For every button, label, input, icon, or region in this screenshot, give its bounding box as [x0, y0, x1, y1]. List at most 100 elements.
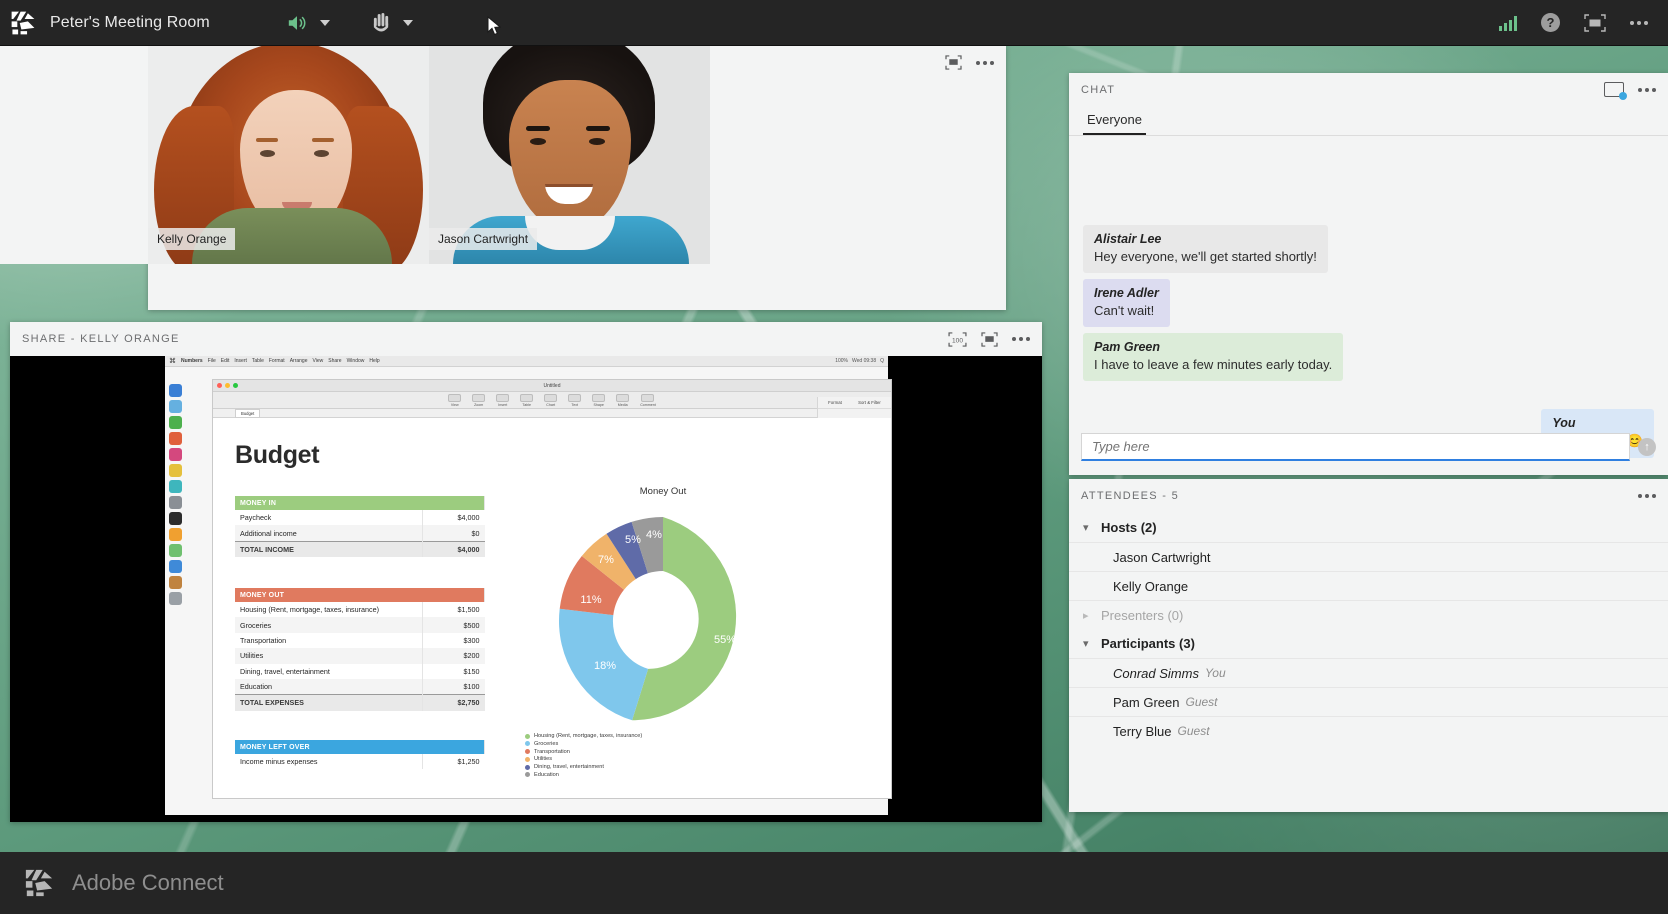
dock-icon-pages[interactable]	[169, 528, 182, 541]
attendee-row[interactable]: Conrad Simms You	[1069, 658, 1668, 687]
table-row[interactable]: Housing (Rent, mortgage, taxes, insuranc…	[235, 602, 485, 618]
toolbar-button[interactable]: Zoom	[472, 393, 486, 407]
fullscreen-icon[interactable]	[1584, 13, 1606, 32]
attendee-group-participants[interactable]: ▾ Participants (3)	[1069, 629, 1668, 658]
more-options-icon[interactable]	[1012, 337, 1030, 341]
format-tab[interactable]: Format	[828, 400, 842, 405]
money-out-chart[interactable]: Money Out 55% 18% 11% 7% 5% 4% Housing (…	[513, 486, 813, 780]
raise-hand-control[interactable]	[372, 0, 413, 46]
table-row[interactable]: Additional income $0	[235, 525, 485, 542]
fit-to-width-icon[interactable]: 100	[948, 331, 967, 347]
dock-icon-messages[interactable]	[169, 416, 182, 429]
money-in-table[interactable]: MONEY IN Paycheck $4,000 Additional inco…	[235, 496, 485, 558]
menu-item[interactable]: Format	[269, 358, 285, 364]
menu-item[interactable]: File	[208, 358, 216, 364]
table-row[interactable]: Income minus expenses $1,250	[235, 754, 485, 770]
window-minimize-button[interactable]	[225, 383, 230, 388]
sort-filter-tab[interactable]: Sort & Filter	[858, 400, 881, 405]
chat-input[interactable]	[1081, 433, 1630, 461]
attendee-row[interactable]: Pam Green Guest	[1069, 687, 1668, 716]
table-row[interactable]: Education $100	[235, 678, 485, 695]
attendee-row[interactable]: Terry Blue Guest	[1069, 716, 1668, 745]
slice-label-housing: 55%	[714, 634, 736, 646]
adobe-connect-logo-icon[interactable]	[24, 868, 54, 898]
attendee-group-presenters[interactable]: ▸ Presenters (0)	[1069, 600, 1668, 629]
menu-item[interactable]: Help	[369, 358, 379, 364]
toolbar-button[interactable]: View	[448, 393, 462, 407]
dock-icon-keynote[interactable]	[169, 560, 182, 573]
room-title: Peter's Meeting Room	[50, 13, 210, 31]
window-zoom-button[interactable]	[233, 383, 238, 388]
dock-icon-mail[interactable]	[169, 432, 182, 445]
tab-everyone[interactable]: Everyone	[1083, 112, 1146, 135]
dock-icon-terminal[interactable]	[169, 512, 182, 525]
signal-bars-icon[interactable]	[1499, 15, 1517, 31]
attendees-pod-header: ATTENDEES - 5	[1069, 479, 1668, 512]
chevron-down-icon[interactable]: ▾	[1083, 521, 1101, 534]
toolbar-button[interactable]: Media	[616, 393, 630, 407]
money-left-over-table[interactable]: MONEY LEFT OVER Income minus expenses $1…	[235, 740, 485, 770]
menu-item[interactable]: Insert	[234, 358, 247, 364]
money-out-table[interactable]: MONEY OUT Housing (Rent, mortgage, taxes…	[235, 588, 485, 711]
toolbar-button[interactable]: Text	[568, 393, 582, 407]
video-tile-jason-cartwright[interactable]: Jason Cartwright	[429, 42, 710, 264]
window-close-button[interactable]	[217, 383, 222, 388]
attendees-list[interactable]: ▾ Hosts (2) Jason Cartwright Kelly Orang…	[1069, 513, 1668, 812]
toolbar-button[interactable]: Insert	[496, 393, 510, 407]
dock-icon-safari[interactable]	[169, 400, 182, 413]
speaker-control[interactable]	[286, 0, 330, 46]
table-row[interactable]: Utilities $200	[235, 648, 485, 664]
chevron-right-icon[interactable]: ▸	[1083, 609, 1101, 622]
fullscreen-icon[interactable]	[981, 331, 998, 347]
table-row[interactable]: Transportation $300	[235, 632, 485, 649]
table-total-row[interactable]: TOTAL INCOME $4,000	[235, 540, 485, 558]
toolbar-button[interactable]: Shape	[592, 393, 606, 407]
chevron-down-icon[interactable]: ▾	[1083, 637, 1101, 650]
adobe-connect-logo-icon[interactable]	[10, 10, 36, 36]
numbers-sheet-canvas[interactable]: Budget MONEY IN Paycheck $4,000 Addition…	[213, 418, 891, 798]
dock-icon-notes[interactable]	[169, 464, 182, 477]
table-row[interactable]: Paycheck $4,000	[235, 510, 485, 526]
dock-icon-numbers[interactable]	[169, 544, 182, 557]
menubar-search-icon[interactable]: Q	[880, 358, 884, 364]
video-tile-kelly-orange[interactable]: Kelly Orange	[148, 42, 429, 264]
fullscreen-icon[interactable]	[945, 55, 962, 70]
more-options-icon[interactable]	[1638, 493, 1656, 498]
toolbar-button[interactable]: Comment	[640, 393, 656, 407]
new-chat-icon[interactable]	[1604, 82, 1627, 100]
comment-icon	[641, 393, 655, 402]
menu-item[interactable]: Arrange	[290, 358, 308, 364]
help-icon[interactable]: ?	[1541, 13, 1560, 32]
chat-message-list[interactable]: Alistair Lee Hey everyone, we'll get sta…	[1069, 137, 1668, 458]
send-arrow-icon[interactable]: ↑	[1638, 438, 1656, 456]
attendee-group-hosts[interactable]: ▾ Hosts (2)	[1069, 513, 1668, 542]
menu-item[interactable]: View	[312, 358, 323, 364]
sheet-tab-budget[interactable]: Budget	[235, 408, 261, 418]
shape-icon	[592, 393, 606, 402]
menu-item[interactable]: Numbers	[181, 358, 203, 364]
apple-menu-icon[interactable]: ⌘	[169, 357, 176, 365]
table-total-row[interactable]: TOTAL EXPENSES $2,750	[235, 694, 485, 711]
legend-label: Transportation	[534, 748, 570, 755]
dock-icon-trash[interactable]	[169, 592, 182, 605]
menu-item[interactable]: Share	[328, 358, 341, 364]
legend-label: Groceries	[534, 740, 559, 747]
attendee-row[interactable]: Jason Cartwright	[1069, 542, 1668, 571]
dock-icon-photos[interactable]	[169, 448, 182, 461]
table-row[interactable]: Dining, travel, entertainment $150	[235, 663, 485, 679]
toolbar-button[interactable]: Chart	[544, 393, 558, 407]
share-canvas[interactable]: ⌘ Numbers File Edit Insert Table Format …	[10, 356, 1042, 822]
menu-item[interactable]: Edit	[221, 358, 230, 364]
more-options-icon[interactable]	[1630, 20, 1648, 25]
dock-icon-settings[interactable]	[169, 496, 182, 509]
dock-icon-downloads[interactable]	[169, 576, 182, 589]
menu-item[interactable]: Window	[347, 358, 365, 364]
dock-icon-finder[interactable]	[169, 384, 182, 397]
menu-item[interactable]: Table	[252, 358, 264, 364]
attendee-row[interactable]: Kelly Orange	[1069, 571, 1668, 600]
dock-icon-facetime[interactable]	[169, 480, 182, 493]
toolbar-button[interactable]: Table	[520, 393, 534, 407]
table-row[interactable]: Groceries $500	[235, 617, 485, 633]
more-options-icon[interactable]	[1638, 87, 1656, 92]
more-options-icon[interactable]	[976, 60, 994, 65]
